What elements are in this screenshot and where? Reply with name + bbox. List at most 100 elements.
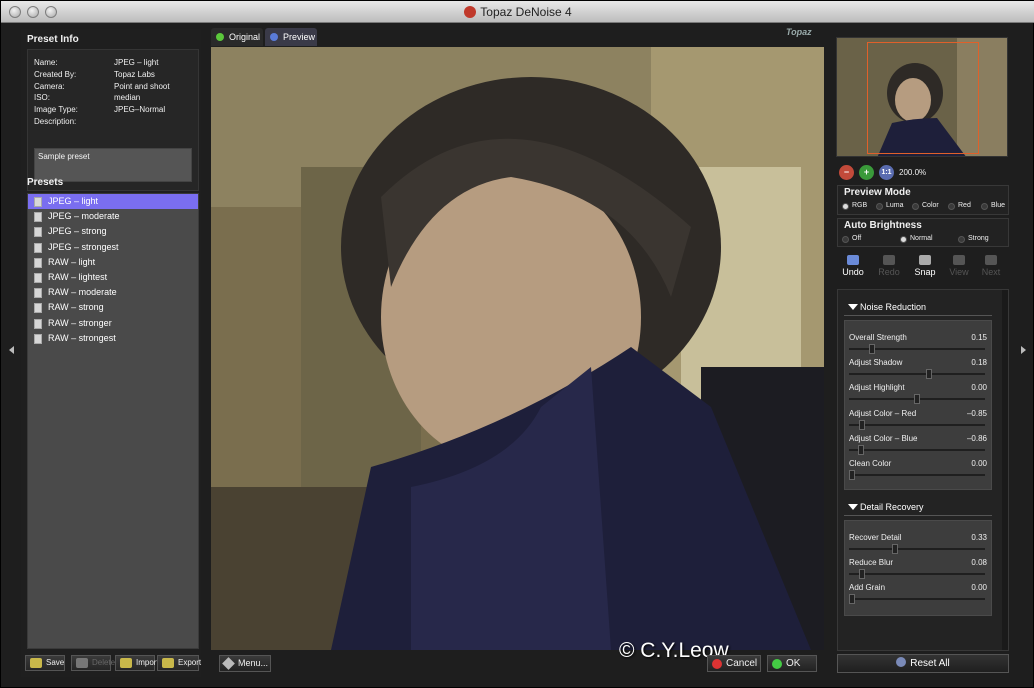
slider-label: Recover Detail [849,533,902,542]
tab-preview[interactable]: Preview [265,28,317,46]
list-item[interactable]: RAW – strong [28,300,198,315]
radio-dot [958,236,965,243]
slider-row: Adjust Color – Red –0.85 [849,409,989,433]
snap-button[interactable]: Snap [909,255,941,277]
preset-label: RAW – strong [48,302,104,313]
slider-knob[interactable] [859,569,865,579]
radio-label: Blue [991,202,1006,209]
noise-reduction-header[interactable]: Noise Reduction [844,298,992,316]
delete-button[interactable]: Delete [71,655,115,671]
slider-track[interactable] [849,573,985,575]
slider-knob[interactable] [914,394,920,404]
list-item[interactable]: JPEG – light [28,194,198,210]
slider-label: Adjust Highlight [849,383,905,392]
slider-value: 0.08 [971,558,987,567]
list-item[interactable]: RAW – stronger [28,316,198,331]
reset-icon [896,657,907,667]
preset-label: JPEG – moderate [48,211,120,222]
menu-label: Menu... [238,658,269,668]
redo-icon [883,255,895,265]
document-icon [34,197,42,207]
collapse-left-arrow-icon[interactable] [9,346,14,354]
preset-label: RAW – light [48,256,96,267]
radio-luma[interactable]: Luma [876,202,904,210]
ok-button[interactable]: OK [767,655,817,672]
slider-knob[interactable] [869,344,875,354]
slider-value: 0.00 [971,459,987,468]
save-button[interactable]: Save [25,655,65,671]
list-item[interactable]: JPEG – strong [28,224,198,239]
redo-button[interactable]: Redo [873,255,905,277]
panel-scrollbar[interactable] [1002,290,1008,650]
radio-red[interactable]: Red [948,202,971,210]
detail-recovery-header[interactable]: Detail Recovery [844,498,992,516]
disclosure-triangle-icon [848,304,858,310]
slider-row: Adjust Shadow 0.18 [849,358,989,382]
window-title: Topaz DeNoise 4 [480,5,572,19]
slider-value: 0.00 [971,583,987,592]
radio-normal[interactable]: Normal [900,235,933,243]
save-icon [30,658,42,668]
preset-label: RAW – moderate [48,287,117,298]
slider-track[interactable] [849,424,985,426]
cancel-icon [712,659,722,669]
slider-track[interactable] [849,474,985,476]
radio-rgb[interactable]: RGB [842,202,867,210]
reset-all-button[interactable]: Reset All [837,654,1009,673]
document-icon [34,272,42,283]
slider-knob[interactable] [926,369,932,379]
cancel-button[interactable]: Cancel [707,655,761,672]
list-item[interactable]: JPEG – moderate [28,209,198,224]
info-value: median [114,93,141,102]
list-item[interactable]: RAW – moderate [28,285,198,300]
menu-button[interactable]: Menu... [219,655,271,672]
preview-canvas[interactable] [211,47,824,650]
info-key: Camera: [34,82,65,91]
slider-row: Overall Strength 0.15 [849,333,989,357]
slider-track[interactable] [849,373,985,375]
list-item[interactable]: RAW – strongest [28,331,198,346]
actual-size-icon[interactable]: 1:1 [879,165,894,180]
zoom-region-box[interactable] [867,42,979,154]
snap-label: Snap [914,267,936,277]
app-logo-icon [464,6,477,18]
export-button[interactable]: Export [157,655,201,671]
tab-original[interactable]: Original [211,28,263,46]
slider-track[interactable] [849,598,985,600]
list-item[interactable]: RAW – light [28,255,198,270]
slider-value: 0.33 [971,533,987,542]
slider-track[interactable] [849,449,985,451]
undo-button[interactable]: Undo [837,255,869,277]
import-button[interactable]: Import [115,655,159,671]
info-value: Point and shoot [114,82,170,91]
import-label: Import [136,658,159,667]
collapse-right-arrow-icon[interactable] [1021,346,1026,354]
list-item[interactable]: RAW – lightest [28,270,198,285]
list-item[interactable]: JPEG – strongest [28,240,198,255]
slider-track[interactable] [849,548,985,550]
slider-knob[interactable] [858,445,864,455]
left-panel: Preset Info Name: JPEG – light Created By… [21,29,201,677]
radio-blue[interactable]: Blue [981,202,1006,210]
slider-knob[interactable] [849,594,855,604]
cancel-label: Cancel [726,658,758,669]
disclosure-triangle-icon [848,504,858,510]
navigator-thumbnail[interactable] [836,37,1008,157]
radio-color[interactable]: Color [912,202,939,210]
preset-info-box: Name: JPEG – light Created By: Topaz Labs … [27,49,199,191]
slider-knob[interactable] [892,544,898,554]
view-button[interactable]: View [943,255,975,277]
zoom-in-icon[interactable]: + [859,165,874,180]
document-icon [34,212,42,223]
radio-off[interactable]: Off [842,235,861,243]
radio-label: Red [958,202,971,209]
presets-heading: Presets [27,177,64,188]
slider-knob[interactable] [859,420,865,430]
info-key: Description: [34,117,77,126]
next-button[interactable]: Next [975,255,1007,277]
slider-knob[interactable] [849,470,855,480]
info-key: Name: [34,58,58,67]
zoom-out-icon[interactable]: − [839,165,854,180]
radio-strong[interactable]: Strong [958,235,989,243]
preview-mode-title: Preview Mode [844,187,911,198]
